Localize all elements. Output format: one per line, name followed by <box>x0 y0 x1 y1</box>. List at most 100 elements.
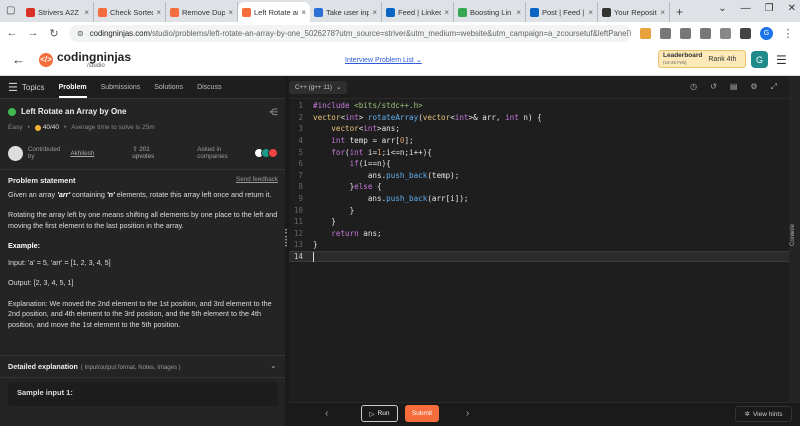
maximize-icon[interactable]: ❐ <box>765 3 774 14</box>
site-header: ← </> codingninjas/studio Interview Prob… <box>0 44 800 76</box>
fullscreen-icon[interactable]: ⤢ <box>771 82 777 92</box>
view-hints-button[interactable]: ✲ View hints <box>735 406 792 422</box>
coin-icon <box>34 124 41 131</box>
upvote-arrow-icon: ⇧ <box>132 146 138 153</box>
reload-icon[interactable]: ↻ <box>48 27 60 40</box>
new-tab-icon[interactable]: + <box>670 2 689 22</box>
list-icon: ☰ <box>8 81 18 94</box>
browser-tab[interactable]: Feed | Linked × <box>382 2 454 22</box>
code-area[interactable]: 1 #include <bits/stdc++.h> 2 vector < int > r… <box>289 100 789 263</box>
tab-submissions[interactable]: Submissions <box>101 84 141 91</box>
tab-discuss[interactable]: Discuss <box>197 84 222 91</box>
favicon-icon <box>314 7 323 17</box>
close-tab-icon[interactable]: × <box>372 8 377 17</box>
run-button[interactable]: ▷ Run <box>361 405 398 422</box>
close-tab-icon[interactable]: × <box>156 8 161 17</box>
favicon-icon <box>170 7 179 17</box>
timer-icon[interactable]: ◷ <box>690 82 697 92</box>
back-arrow-icon[interactable]: ← <box>6 27 18 39</box>
browser-tab[interactable]: Check Sorted × <box>94 2 166 22</box>
code-editor: C++ (g++ 11) ⌄ ◷ ↺ ▤ ⚙ ⤢ 1 #include <bits/… <box>289 76 789 402</box>
author-link[interactable]: Akhilesh <box>70 150 94 157</box>
favicon-icon <box>458 7 467 17</box>
chevron-down-icon: ⌄ <box>415 57 422 64</box>
problem-tabs: ☰ Topics Problem Submissions Solutions Di… <box>0 76 285 99</box>
browser-tab[interactable]: Your Reposit × <box>598 2 670 22</box>
browser-tab-bar: ▢ Strivers A2Z D× Check Sorted× Remove D… <box>0 0 800 22</box>
interview-problem-list-link[interactable]: Interview Problem List ⌄ <box>345 56 422 64</box>
submit-button[interactable]: Submit <box>405 405 439 422</box>
panel-resize-handle[interactable]: • • • • • • <box>285 228 288 250</box>
favicon-icon <box>98 7 107 17</box>
next-problem-icon[interactable]: › <box>466 408 469 419</box>
language-select[interactable]: C++ (g++ 11) ⌄ <box>289 80 348 94</box>
upvote-button[interactable]: ⇧ 201 upvotes <box>132 146 173 160</box>
extensions-puzzle-icon[interactable] <box>720 27 731 39</box>
browser-tab[interactable]: Remove Dupl × <box>166 2 238 22</box>
logo[interactable]: </> codingninjas/studio <box>39 51 131 69</box>
detailed-explanation-toggle[interactable]: Detailed explanation( Input/output forma… <box>8 362 181 371</box>
extension-icon[interactable] <box>700 27 711 39</box>
gear-icon[interactable]: ⚙ <box>750 82 757 92</box>
address-bar: ← → ↻ ⊜ codingninjas.com/studio/problems… <box>0 22 800 44</box>
tab-problem[interactable]: Problem <box>58 77 87 98</box>
site-info-icon[interactable]: ⊜ <box>77 29 84 38</box>
divider <box>0 169 285 170</box>
previous-problem-icon[interactable]: ‹ <box>325 408 328 419</box>
sidebar-icon[interactable] <box>740 27 751 39</box>
profile-avatar[interactable]: G <box>760 26 773 40</box>
divider <box>0 377 285 378</box>
chevron-down-icon[interactable]: ⌄ <box>270 361 277 370</box>
url-field[interactable]: ⊜ codingninjas.com/studio/problems/left-… <box>69 24 631 42</box>
close-tab-icon[interactable]: × <box>301 8 306 17</box>
favicon-icon <box>26 7 35 17</box>
problem-panel: ☰ Topics Problem Submissions Solutions Di… <box>0 76 285 426</box>
sample-input-box: Sample input 1: <box>8 382 278 406</box>
share-icon[interactable]: ⋲ <box>269 107 278 118</box>
extension-icon[interactable] <box>640 27 651 39</box>
statement-heading: Problem statement <box>8 176 76 185</box>
favicon-icon <box>386 7 395 17</box>
topics-button[interactable]: ☰ Topics <box>8 81 45 94</box>
editor-toolbar: C++ (g++ 11) ⌄ ◷ ↺ ▤ ⚙ ⤢ <box>289 76 789 99</box>
send-feedback-link[interactable]: Send feedback <box>236 176 278 183</box>
close-icon[interactable]: ✕ <box>788 3 796 14</box>
browser-tab[interactable]: Post | Feed | × <box>526 2 598 22</box>
browser-tab[interactable]: Strivers A2Z D× <box>22 2 94 22</box>
ninja-logo-icon: </> <box>39 52 53 67</box>
extension-icon[interactable] <box>660 27 671 39</box>
reset-code-icon[interactable]: ↺ <box>710 82 717 92</box>
problem-title: Left Rotate an Array by One <box>8 107 127 116</box>
more-options-icon[interactable]: ⋮ <box>782 27 794 40</box>
solved-check-icon <box>8 107 16 116</box>
close-tab-icon[interactable]: × <box>228 8 233 17</box>
minimize-icon[interactable]: — <box>741 3 751 14</box>
back-arrow-icon[interactable]: ← <box>12 52 25 67</box>
close-tab-icon[interactable]: × <box>516 8 521 17</box>
browser-tab-active[interactable]: Left Rotate an × <box>238 2 310 22</box>
lightbulb-icon: ✲ <box>744 411 750 418</box>
extension-icon[interactable] <box>680 27 691 39</box>
close-tab-icon[interactable]: × <box>588 8 593 17</box>
company-logos[interactable] <box>254 148 278 158</box>
play-icon: ▷ <box>369 410 375 418</box>
tab-search-icon[interactable]: ▢ <box>6 5 18 17</box>
close-tab-icon[interactable]: × <box>444 8 449 17</box>
divider <box>0 355 285 356</box>
hamburger-menu-icon[interactable]: ☰ <box>776 53 787 67</box>
favicon-icon <box>602 7 611 17</box>
bottom-bar: ‹ ▷ Run Submit › ✲ View hints <box>289 402 800 426</box>
forward-arrow-icon[interactable]: → <box>27 27 39 39</box>
layout-icon[interactable]: ▤ <box>730 82 738 92</box>
close-tab-icon[interactable]: × <box>84 8 89 17</box>
browser-tab[interactable]: Boosting Lin × <box>454 2 526 22</box>
close-tab-icon[interactable]: × <box>660 8 665 17</box>
user-avatar[interactable]: G <box>751 51 768 68</box>
favicon-icon <box>242 7 251 17</box>
leaderboard-badge[interactable]: Leaderboard (19-25 Feb) Rank 4th <box>658 50 746 68</box>
browser-tab[interactable]: Take user inp × <box>310 2 382 22</box>
console-sidebar[interactable]: ‹ Console <box>789 76 800 402</box>
chevron-down-icon: ⌄ <box>336 83 342 91</box>
tab-solutions[interactable]: Solutions <box>154 84 183 91</box>
chevron-down-icon[interactable]: ⌄ <box>718 3 726 14</box>
